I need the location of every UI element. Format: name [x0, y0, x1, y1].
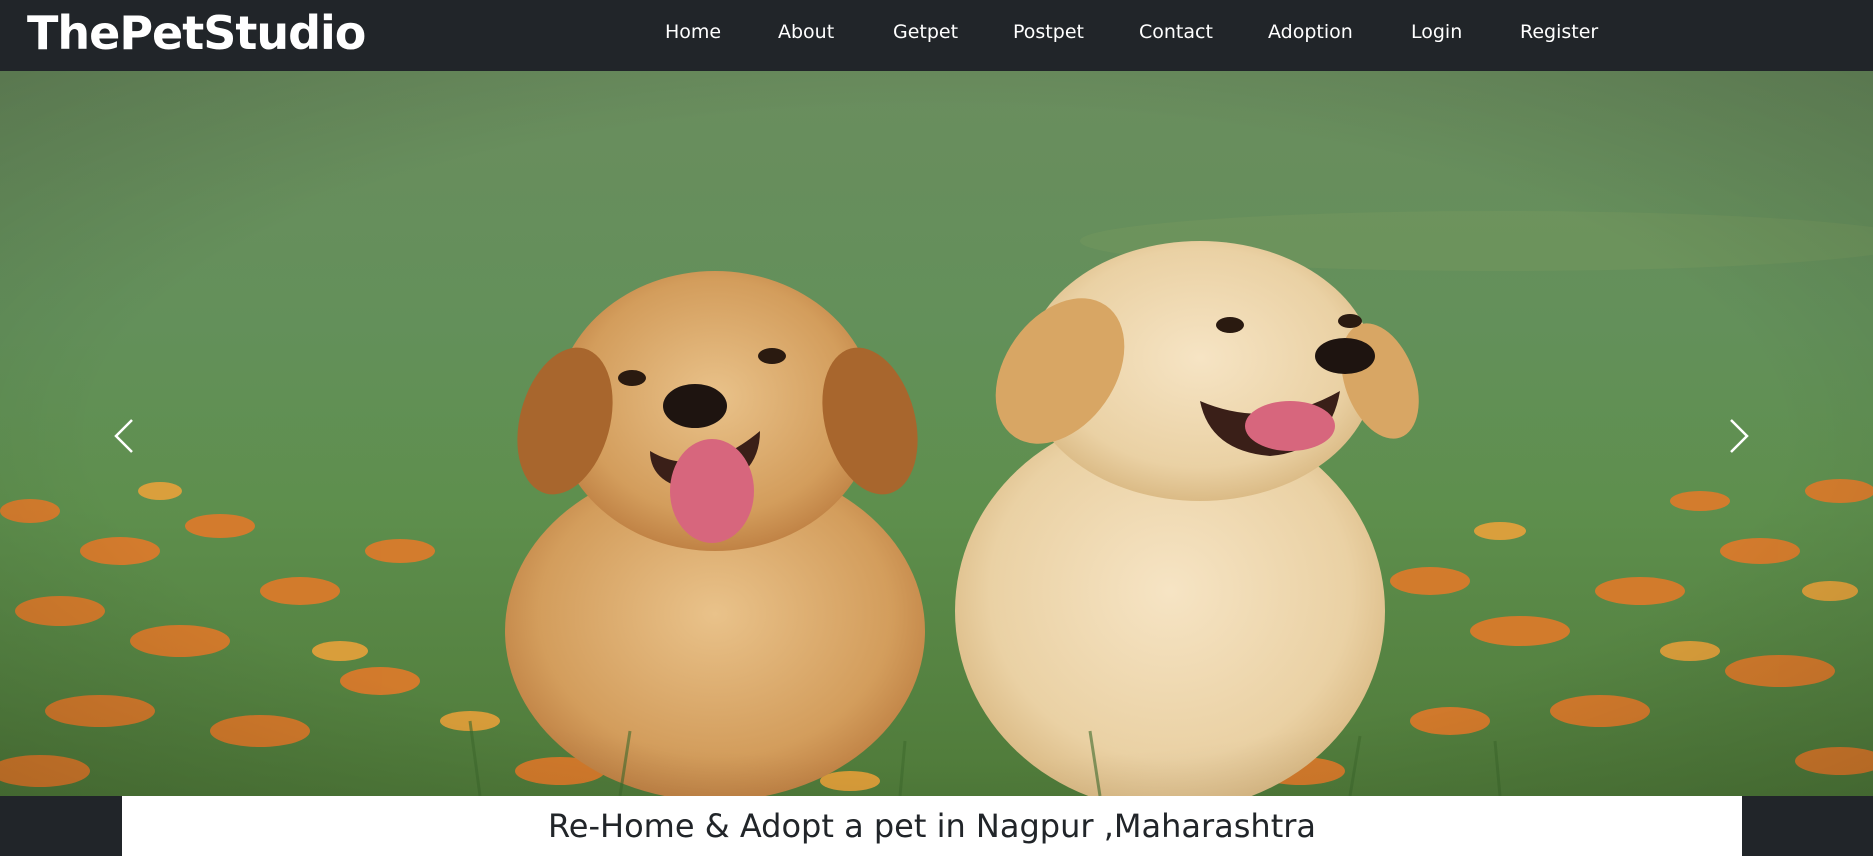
nav-contact[interactable]: Contact	[1139, 20, 1213, 44]
caption-card: Re-Home & Adopt a pet in Nagpur ,Maharas…	[122, 796, 1742, 856]
page-heading: Re-Home & Adopt a pet in Nagpur ,Maharas…	[547, 807, 1316, 845]
nav-adoption[interactable]: Adoption	[1268, 20, 1353, 44]
nav-about[interactable]: About	[778, 20, 834, 44]
navbar: ThePetStudio Home About Getpet Postpet C…	[0, 0, 1873, 71]
puppies-image	[0, 71, 1873, 796]
nav-login[interactable]: Login	[1411, 20, 1462, 44]
nav-getpet[interactable]: Getpet	[893, 20, 958, 44]
nav-links: Home About Getpet Postpet Contact Adopti…	[0, 0, 1873, 71]
nav-home[interactable]: Home	[665, 20, 721, 44]
hero-carousel	[0, 71, 1873, 796]
chevron-right-icon	[1730, 419, 1749, 453]
carousel-prev-button[interactable]	[94, 396, 154, 476]
nav-postpet[interactable]: Postpet	[1013, 20, 1084, 44]
chevron-left-icon	[114, 419, 133, 453]
nav-register[interactable]: Register	[1520, 20, 1598, 44]
carousel-next-button[interactable]	[1709, 396, 1769, 476]
